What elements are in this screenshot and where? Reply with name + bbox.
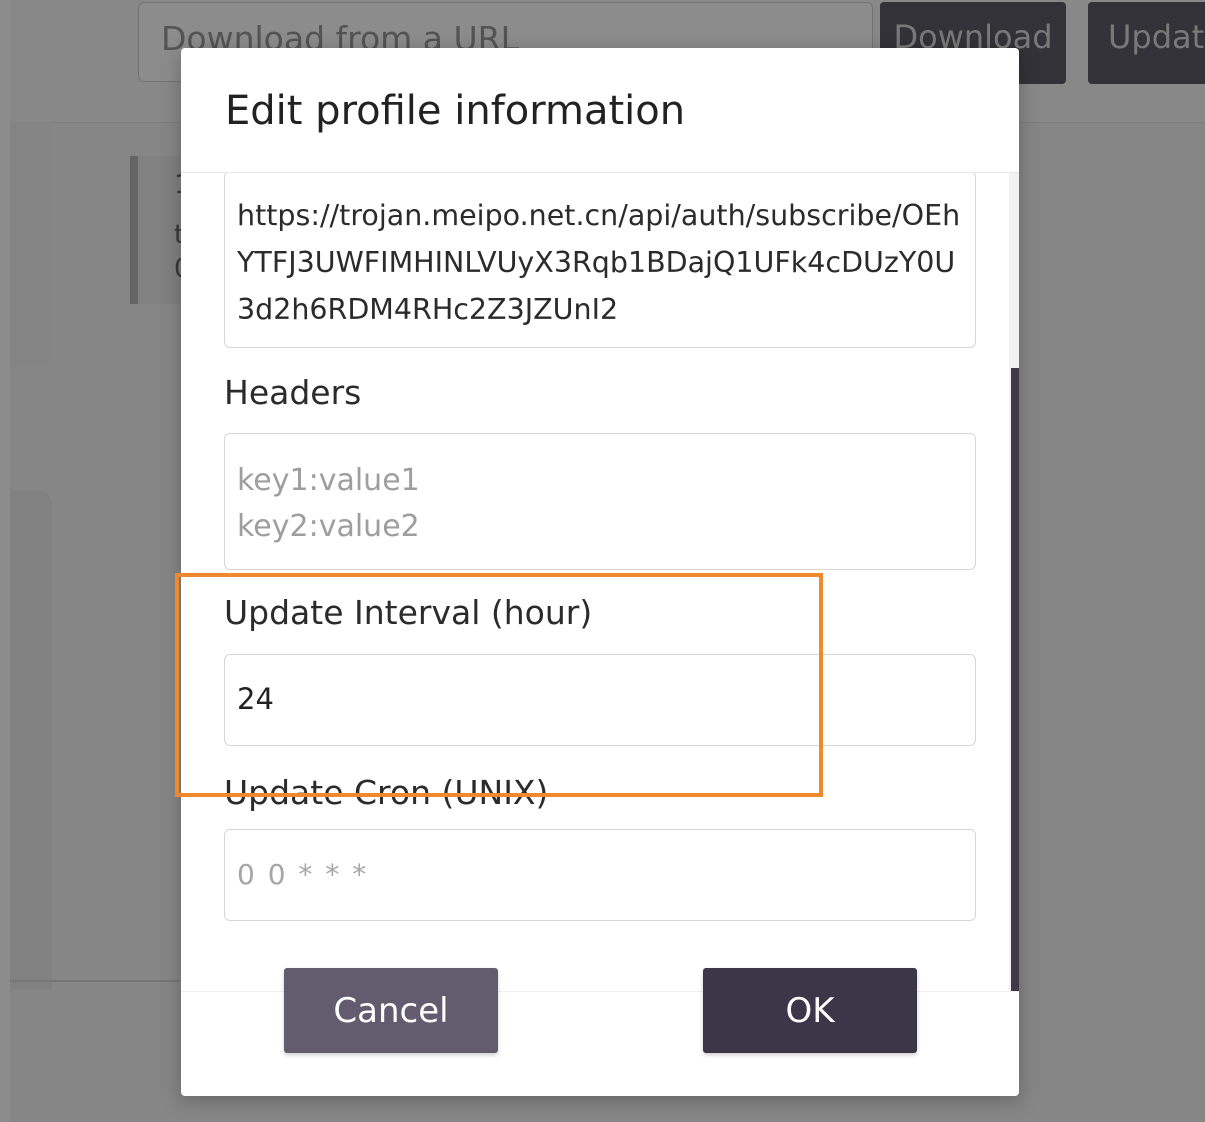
cancel-button[interactable]: Cancel [284,968,498,1053]
edit-profile-dialog: Edit profile information https://trojan.… [181,48,1019,1096]
headers-label: Headers [224,373,362,412]
update-interval-value: 24 [237,682,274,716]
headers-field[interactable]: key1:value1 key2:value2 [224,433,976,570]
url-field[interactable]: https://trojan.meipo.net.cn/api/auth/sub… [224,173,976,348]
update-cron-label: Update Cron (UNIX) [224,773,549,812]
headers-placeholder-line: key1:value1 [237,463,420,498]
update-interval-label: Update Interval (hour) [224,593,593,632]
headers-placeholder-line: key2:value2 [237,509,420,544]
update-interval-field[interactable]: 24 [224,654,976,746]
headers-placeholder: key1:value1 key2:value2 [237,458,420,550]
scrollbar-thumb[interactable] [1011,368,1019,991]
update-cron-placeholder: 0 0 * * * [237,858,369,891]
url-field-value: https://trojan.meipo.net.cn/api/auth/sub… [237,199,961,326]
update-cron-field[interactable]: 0 0 * * * [224,829,976,921]
dialog-body: https://trojan.meipo.net.cn/api/auth/sub… [181,173,1019,991]
ok-button[interactable]: OK [703,968,917,1053]
dialog-title: Edit profile information [225,88,686,134]
